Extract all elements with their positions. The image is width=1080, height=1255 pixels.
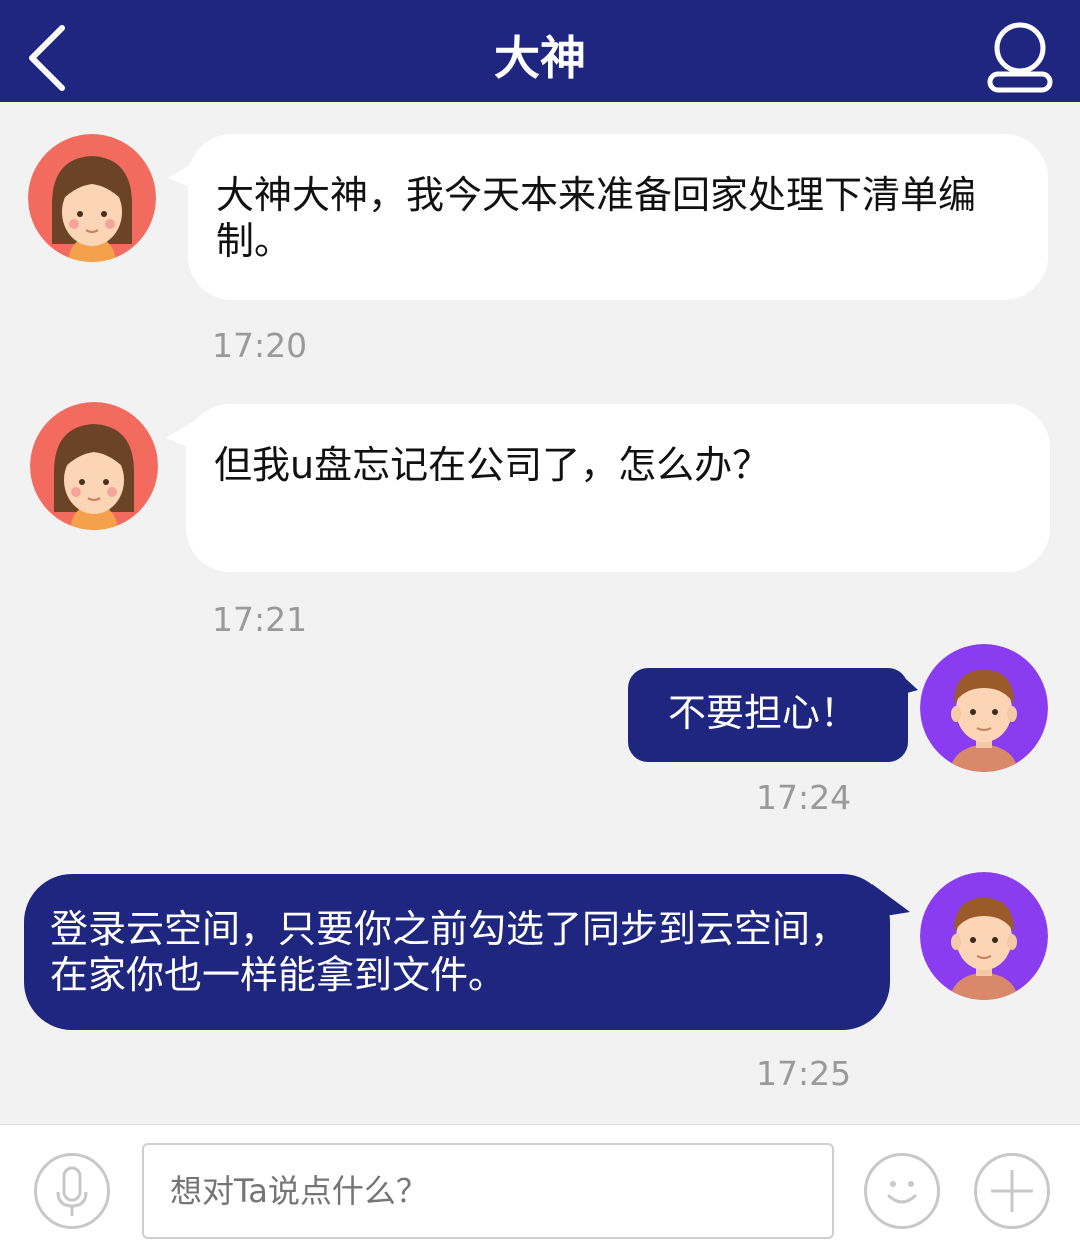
plus-icon [991, 1170, 1033, 1212]
smiley-icon [887, 1181, 917, 1204]
message-bubble-received[interactable]: 大神大神，我今天本来准备回家处理下清单编制。 [188, 134, 1048, 300]
message-bubble-sent[interactable]: 登录云空间，只要你之前勾选了同步到云空间，在家你也一样能拿到文件。 [24, 874, 890, 1030]
message-input[interactable] [142, 1143, 834, 1239]
voice-button[interactable] [34, 1153, 110, 1229]
bubble-tail [872, 884, 910, 918]
more-button[interactable] [974, 1153, 1050, 1229]
message-timestamp: 17:21 [212, 600, 308, 639]
page-title: 大神 [494, 31, 586, 85]
top-bar: 大神 [0, 0, 1080, 102]
microphone-icon [56, 1166, 88, 1216]
user-icon [987, 22, 1053, 93]
female-avatar[interactable] [30, 402, 158, 530]
female-avatar[interactable] [28, 134, 156, 262]
message-timestamp: 17:24 [756, 778, 852, 817]
message-bubble-sent[interactable]: 不要担心！ [628, 668, 908, 762]
male-avatar[interactable] [920, 872, 1048, 1000]
message-timestamp: 17:20 [212, 326, 308, 365]
male-avatar[interactable] [920, 644, 1048, 772]
composer-bar [0, 1124, 1080, 1255]
message-timestamp: 17:25 [756, 1054, 852, 1093]
bubble-tail [896, 670, 918, 696]
emoji-button[interactable] [864, 1153, 940, 1229]
message-bubble-received[interactable]: 但我u盘忘记在公司了，怎么办？ [186, 404, 1050, 572]
profile-button[interactable] [984, 18, 1056, 96]
